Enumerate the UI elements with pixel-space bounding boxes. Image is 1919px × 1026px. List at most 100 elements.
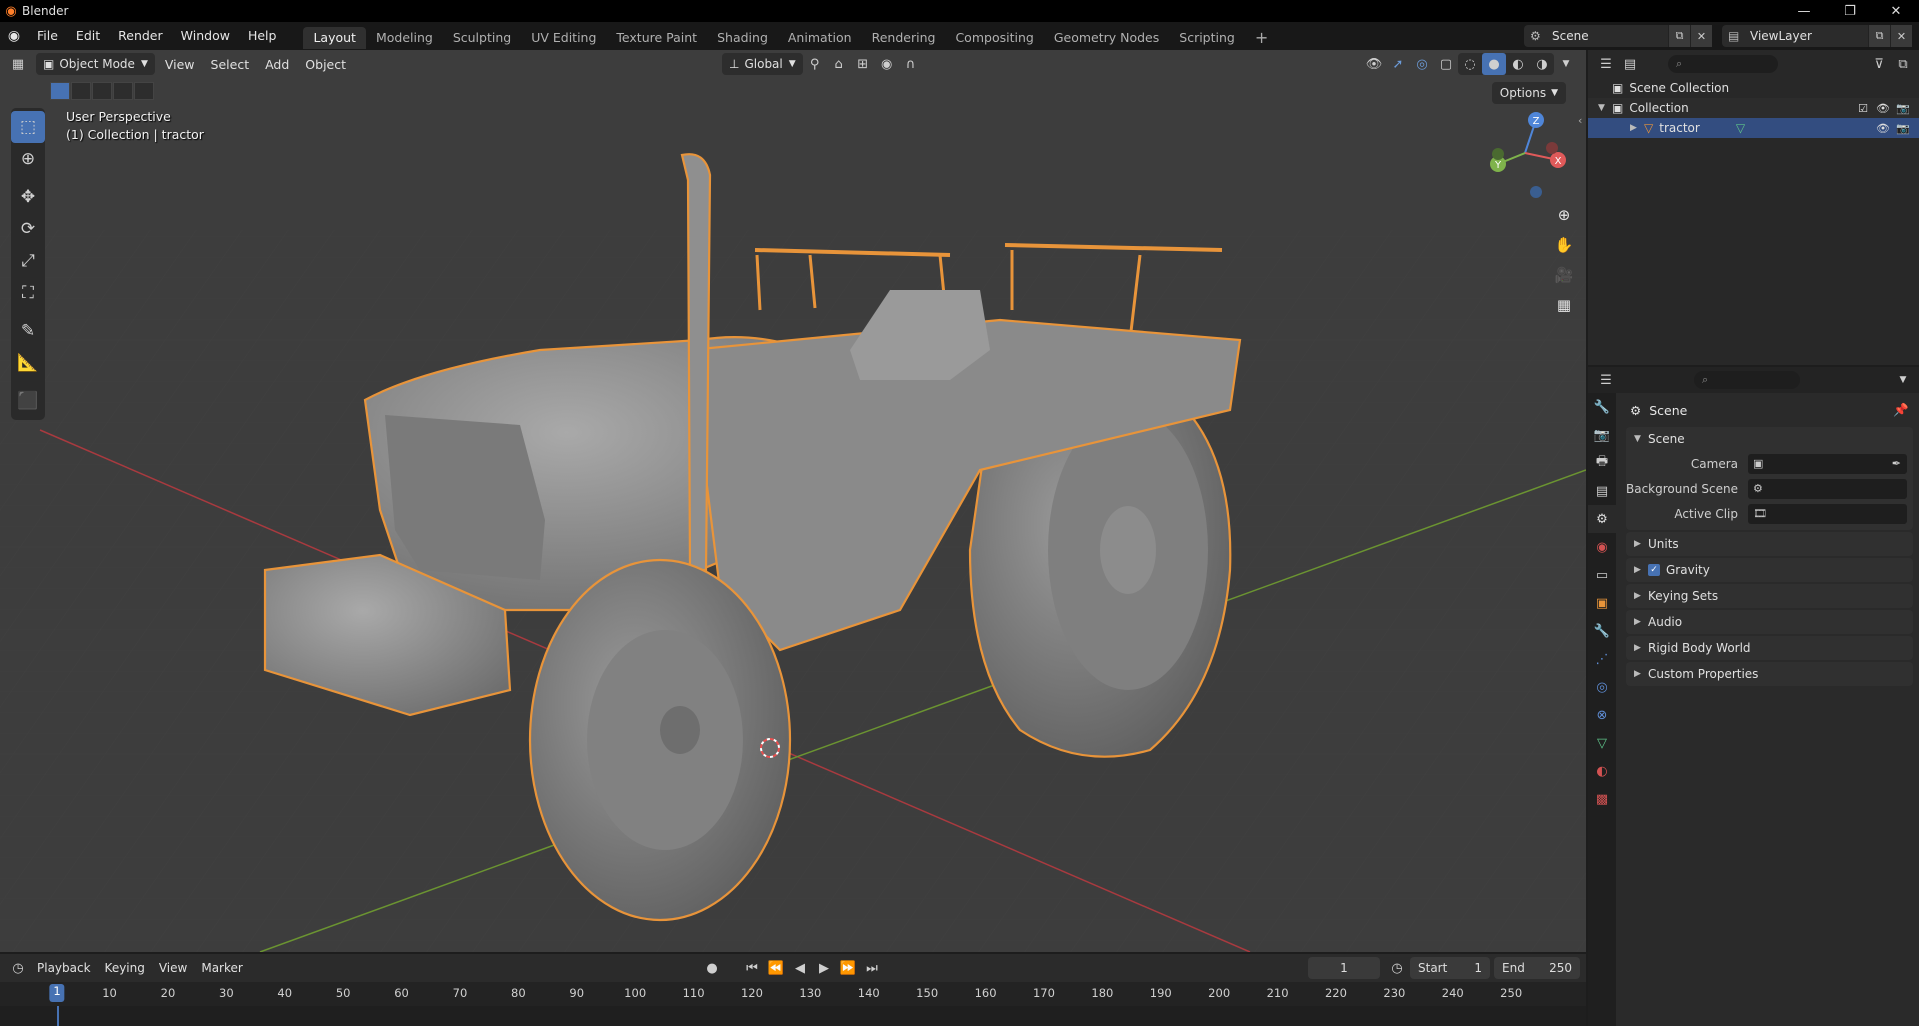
mode-selector[interactable]: ▣ Object Mode ▼: [36, 53, 155, 75]
pin-icon[interactable]: 📌: [1893, 402, 1909, 418]
delete-viewlayer-icon[interactable]: ✕: [1890, 25, 1912, 47]
play-reverse-icon[interactable]: ◀: [788, 957, 812, 979]
scale-tool-icon[interactable]: ⤢: [11, 245, 45, 277]
menu-edit[interactable]: Edit: [67, 22, 109, 50]
render-tab-icon[interactable]: 📷: [1588, 421, 1616, 449]
tab-uv-editing[interactable]: UV Editing: [521, 27, 606, 49]
gizmo-neg-x-axis[interactable]: [1546, 142, 1558, 154]
menu-render[interactable]: Render: [109, 22, 172, 50]
wireframe-shading-icon[interactable]: ◌: [1458, 53, 1482, 75]
playhead-frame-indicator[interactable]: 1: [49, 984, 65, 1002]
eyedropper-icon[interactable]: ✒: [1892, 457, 1901, 470]
outliner-item-tractor[interactable]: ▶ ▽ tractor ▽ 👁 📷: [1588, 118, 1919, 138]
delete-scene-icon[interactable]: ✕: [1690, 25, 1712, 47]
camera-render-icon[interactable]: 📷: [1893, 122, 1913, 135]
tab-scripting[interactable]: Scripting: [1169, 27, 1245, 49]
rotate-tool-icon[interactable]: ⟳: [11, 213, 45, 245]
timeline-menu-playback[interactable]: Playback: [30, 961, 98, 975]
units-panel[interactable]: ▶ Units: [1626, 532, 1913, 556]
pivot-point-icon[interactable]: ⚲: [803, 53, 827, 75]
editor-type-icon[interactable]: ▦: [6, 53, 30, 75]
tab-compositing[interactable]: Compositing: [945, 27, 1043, 49]
solid-shading-icon[interactable]: ●: [1482, 53, 1506, 75]
select-subtract-icon[interactable]: [92, 82, 112, 100]
editor-type-icon[interactable]: ◷: [6, 957, 30, 979]
tab-texture-paint[interactable]: Texture Paint: [606, 27, 707, 49]
timeline-menu-marker[interactable]: Marker: [194, 961, 249, 975]
expand-arrow-icon[interactable]: ▼: [1598, 103, 1612, 113]
new-collection-icon[interactable]: ⧉: [1891, 53, 1915, 75]
editor-type-icon[interactable]: ☰: [1594, 369, 1618, 391]
add-cube-tool-icon[interactable]: ⬛: [11, 385, 45, 417]
outliner-item-collection[interactable]: ▼ ▣ Collection ☑ 👁 📷: [1588, 98, 1919, 118]
viewport-menu-add[interactable]: Add: [259, 57, 295, 72]
menu-file[interactable]: File: [28, 22, 67, 50]
scene-tab-icon[interactable]: ⚙: [1588, 505, 1616, 533]
particles-tab-icon[interactable]: ⋰: [1588, 645, 1616, 673]
visibility-icon[interactable]: 👁: [1362, 53, 1386, 75]
tab-modeling[interactable]: Modeling: [366, 27, 443, 49]
select-extend-icon[interactable]: [71, 82, 91, 100]
outliner-item-scene-collection[interactable]: ▣ Scene Collection: [1588, 78, 1919, 98]
record-keyframe-icon[interactable]: ●: [700, 957, 724, 979]
modifier-tab-icon[interactable]: 🔧: [1588, 617, 1616, 645]
timeline-ruler[interactable]: 1 10 20 30 40 50 60 70 80 90 100 110 120 130 140 150 16…: [0, 982, 1586, 1006]
jump-to-prev-keyframe-icon[interactable]: ⏪: [764, 957, 788, 979]
material-tab-icon[interactable]: ◐: [1588, 757, 1616, 785]
rigid-body-world-panel[interactable]: ▶ Rigid Body World: [1626, 636, 1913, 660]
active-clip-field[interactable]: 🎞: [1748, 503, 1907, 524]
camera-field[interactable]: ▣ ✒: [1748, 453, 1907, 474]
tab-animation[interactable]: Animation: [778, 27, 862, 49]
gizmo-toggle-icon[interactable]: ➚: [1386, 53, 1410, 75]
world-tab-icon[interactable]: ◉: [1588, 533, 1616, 561]
sidebar-toggle-icon[interactable]: ‹: [1578, 114, 1582, 127]
filter-icon[interactable]: ⊽: [1867, 53, 1891, 75]
object-tab-icon[interactable]: ▣: [1588, 589, 1616, 617]
overlays-icon[interactable]: ◎: [1410, 53, 1434, 75]
background-scene-field[interactable]: ⚙: [1748, 478, 1907, 499]
new-viewlayer-icon[interactable]: ⧉: [1868, 25, 1890, 47]
jump-to-next-keyframe-icon[interactable]: ⏩: [836, 957, 860, 979]
display-mode-icon[interactable]: ▤: [1618, 53, 1642, 75]
scene-panel-header[interactable]: ▼ Scene: [1626, 427, 1913, 451]
menu-window[interactable]: Window: [172, 22, 239, 50]
cursor-tool-icon[interactable]: ⊕: [11, 143, 45, 175]
timeline-menu-view[interactable]: View: [152, 961, 194, 975]
annotate-tool-icon[interactable]: ✎: [11, 315, 45, 347]
view-layer-tab-icon[interactable]: ▤: [1588, 477, 1616, 505]
viewport-menu-select[interactable]: Select: [205, 57, 256, 72]
tool-tab-icon[interactable]: 🔧: [1588, 393, 1616, 421]
zoom-icon[interactable]: ⊕: [1551, 200, 1577, 230]
tab-shading[interactable]: Shading: [707, 27, 778, 49]
start-frame-field[interactable]: Start 1: [1410, 957, 1490, 979]
expand-arrow-icon[interactable]: ▶: [1630, 123, 1644, 133]
tab-layout[interactable]: Layout: [303, 26, 366, 49]
mesh-data-icon[interactable]: ▽: [1736, 121, 1745, 135]
viewlayer-selector[interactable]: ▤ ViewLayer ⧉ ✕: [1722, 25, 1912, 47]
physics-tab-icon[interactable]: ◎: [1588, 673, 1616, 701]
mesh-data-tab-icon[interactable]: ▽: [1588, 729, 1616, 757]
blender-menu-icon[interactable]: ◉: [0, 28, 28, 44]
jump-to-start-icon[interactable]: ⏮: [740, 957, 764, 979]
select-intersect-icon[interactable]: [134, 82, 154, 100]
scene-selector[interactable]: ⚙ Scene ⧉ ✕: [1524, 25, 1712, 47]
rendered-shading-icon[interactable]: ◑: [1530, 53, 1554, 75]
eye-icon[interactable]: 👁: [1873, 122, 1893, 135]
select-new-icon[interactable]: [50, 82, 70, 100]
eye-icon[interactable]: 👁: [1873, 102, 1893, 115]
texture-tab-icon[interactable]: ▩: [1588, 785, 1616, 813]
chevron-down-icon[interactable]: ▼: [1891, 369, 1915, 391]
snap-icon[interactable]: ⌂: [827, 53, 851, 75]
snap-target-icon[interactable]: ⊞: [851, 53, 875, 75]
ortho-grid-icon[interactable]: ▦: [1551, 290, 1577, 320]
select-invert-icon[interactable]: [113, 82, 133, 100]
3d-viewport[interactable]: ▦ ▣ Object Mode ▼ View Select Add Object…: [0, 50, 1586, 952]
keying-sets-panel[interactable]: ▶ Keying Sets: [1626, 584, 1913, 608]
timeline-track-area[interactable]: [0, 1006, 1586, 1026]
play-icon[interactable]: ▶: [812, 957, 836, 979]
output-tab-icon[interactable]: 🖶: [1588, 449, 1616, 477]
falloff-icon[interactable]: ∩: [899, 53, 923, 75]
gravity-panel[interactable]: ▶ ✓ Gravity: [1626, 558, 1913, 582]
pan-hand-icon[interactable]: ✋: [1551, 230, 1577, 260]
timeline-menu-keying[interactable]: Keying: [98, 961, 152, 975]
